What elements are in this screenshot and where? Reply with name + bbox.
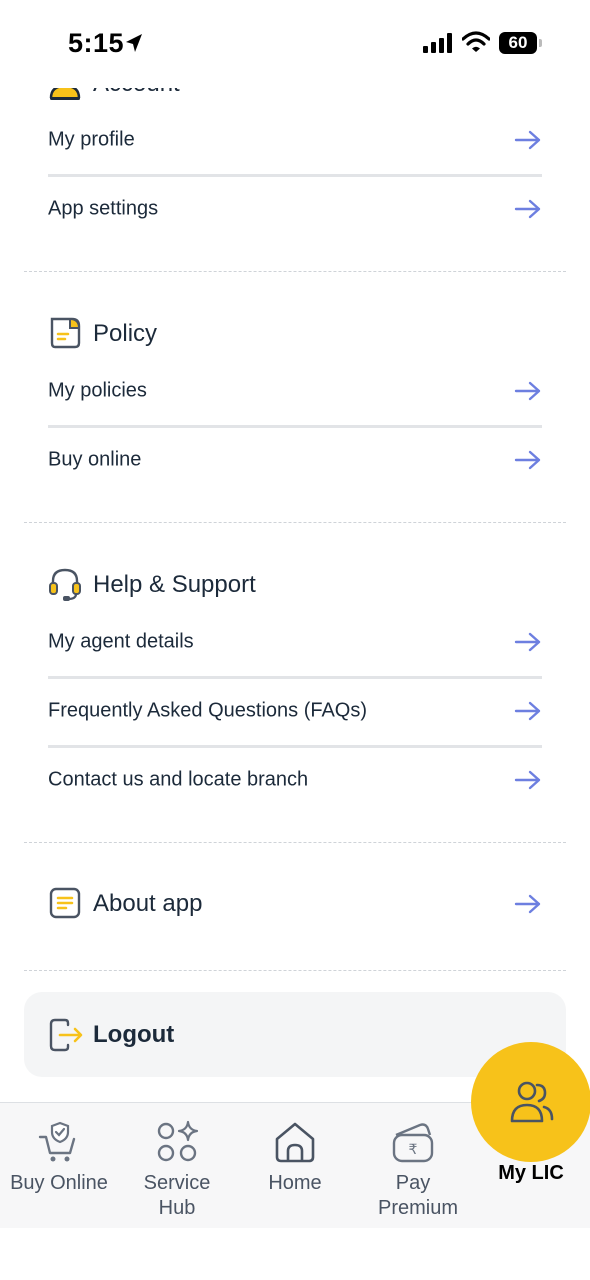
status-bar: 5:15 60 <box>0 0 590 88</box>
logout-icon <box>49 1018 83 1052</box>
headset-icon <box>49 568 81 601</box>
status-time: 5:15 <box>68 28 125 58</box>
nav-home[interactable]: Home <box>236 1103 354 1229</box>
menu-item-faqs[interactable]: Frequently Asked Questions (FAQs) <box>48 678 542 744</box>
cart-shield-icon <box>38 1121 76 1162</box>
battery-level: 60 <box>508 33 528 52</box>
battery-icon: 60 <box>499 32 537 54</box>
users-icon <box>510 1081 554 1123</box>
logout-label: Logout <box>93 1020 175 1048</box>
nav-label: Pay Premium <box>378 1172 459 1219</box>
arrow-right-icon <box>514 199 541 219</box>
menu-item-my-policies[interactable]: My policies <box>48 358 542 424</box>
help-section-header: Help & Support <box>48 565 542 605</box>
arrow-right-icon <box>514 894 541 914</box>
menu-item-label: My profile <box>48 128 135 151</box>
policy-section-title: Policy <box>93 320 158 347</box>
nav-pay-premium[interactable]: ₹ Pay Premium <box>354 1103 472 1229</box>
document-icon <box>50 317 81 349</box>
menu-item-label: My agent details <box>48 630 194 653</box>
apps-sparkle-icon <box>157 1120 199 1162</box>
arrow-right-icon <box>514 632 541 652</box>
menu-item-about-app[interactable]: About app <box>48 884 542 924</box>
section-divider <box>24 970 566 971</box>
menu-item-my-agent-details[interactable]: My agent details <box>48 609 542 675</box>
menu-item-label: Contact us and locate branch <box>48 768 309 791</box>
note-icon <box>49 887 81 919</box>
arrow-right-icon <box>514 130 541 150</box>
nav-label: Home <box>268 1172 322 1194</box>
home-icon <box>275 1122 315 1163</box>
nav-label: Service Hub <box>143 1172 211 1219</box>
wifi-icon <box>462 31 490 52</box>
location-arrow-icon <box>126 34 142 52</box>
nav-label-my-lic: My LIC <box>498 1162 564 1184</box>
help-section-title: Help & Support <box>93 571 256 598</box>
arrow-right-icon <box>514 701 541 721</box>
menu-item-label: My policies <box>48 379 147 402</box>
menu-item-contact-us[interactable]: Contact us and locate branch <box>48 747 542 813</box>
arrow-right-icon <box>514 450 541 470</box>
menu-item-label: App settings <box>48 197 159 220</box>
nav-service-hub[interactable]: Service Hub <box>118 1103 236 1229</box>
menu-item-my-profile[interactable]: My profile <box>48 107 542 173</box>
battery-nub <box>539 39 542 47</box>
about-app-title: About app <box>93 890 203 917</box>
arrow-right-icon <box>514 381 541 401</box>
wallet-rupee-icon: ₹ <box>392 1123 434 1163</box>
policy-section-header: Policy <box>48 314 542 354</box>
menu-item-label: Buy online <box>48 448 142 471</box>
menu-item-buy-online[interactable]: Buy online <box>48 427 542 493</box>
nav-buy-online[interactable]: Buy Online <box>0 1103 118 1229</box>
nav-label: Buy Online <box>10 1172 108 1194</box>
menu-item-app-settings[interactable]: App settings <box>48 176 542 242</box>
section-divider <box>24 271 566 272</box>
menu-item-label: Frequently Asked Questions (FAQs) <box>48 699 368 722</box>
nav-my-lic[interactable] <box>471 1042 590 1162</box>
section-divider <box>24 842 566 843</box>
cellular-signal-icon <box>423 33 452 53</box>
home-indicator-area <box>0 1228 590 1280</box>
arrow-right-icon <box>514 770 541 790</box>
svg-text:₹: ₹ <box>409 1142 418 1158</box>
section-divider <box>24 522 566 523</box>
